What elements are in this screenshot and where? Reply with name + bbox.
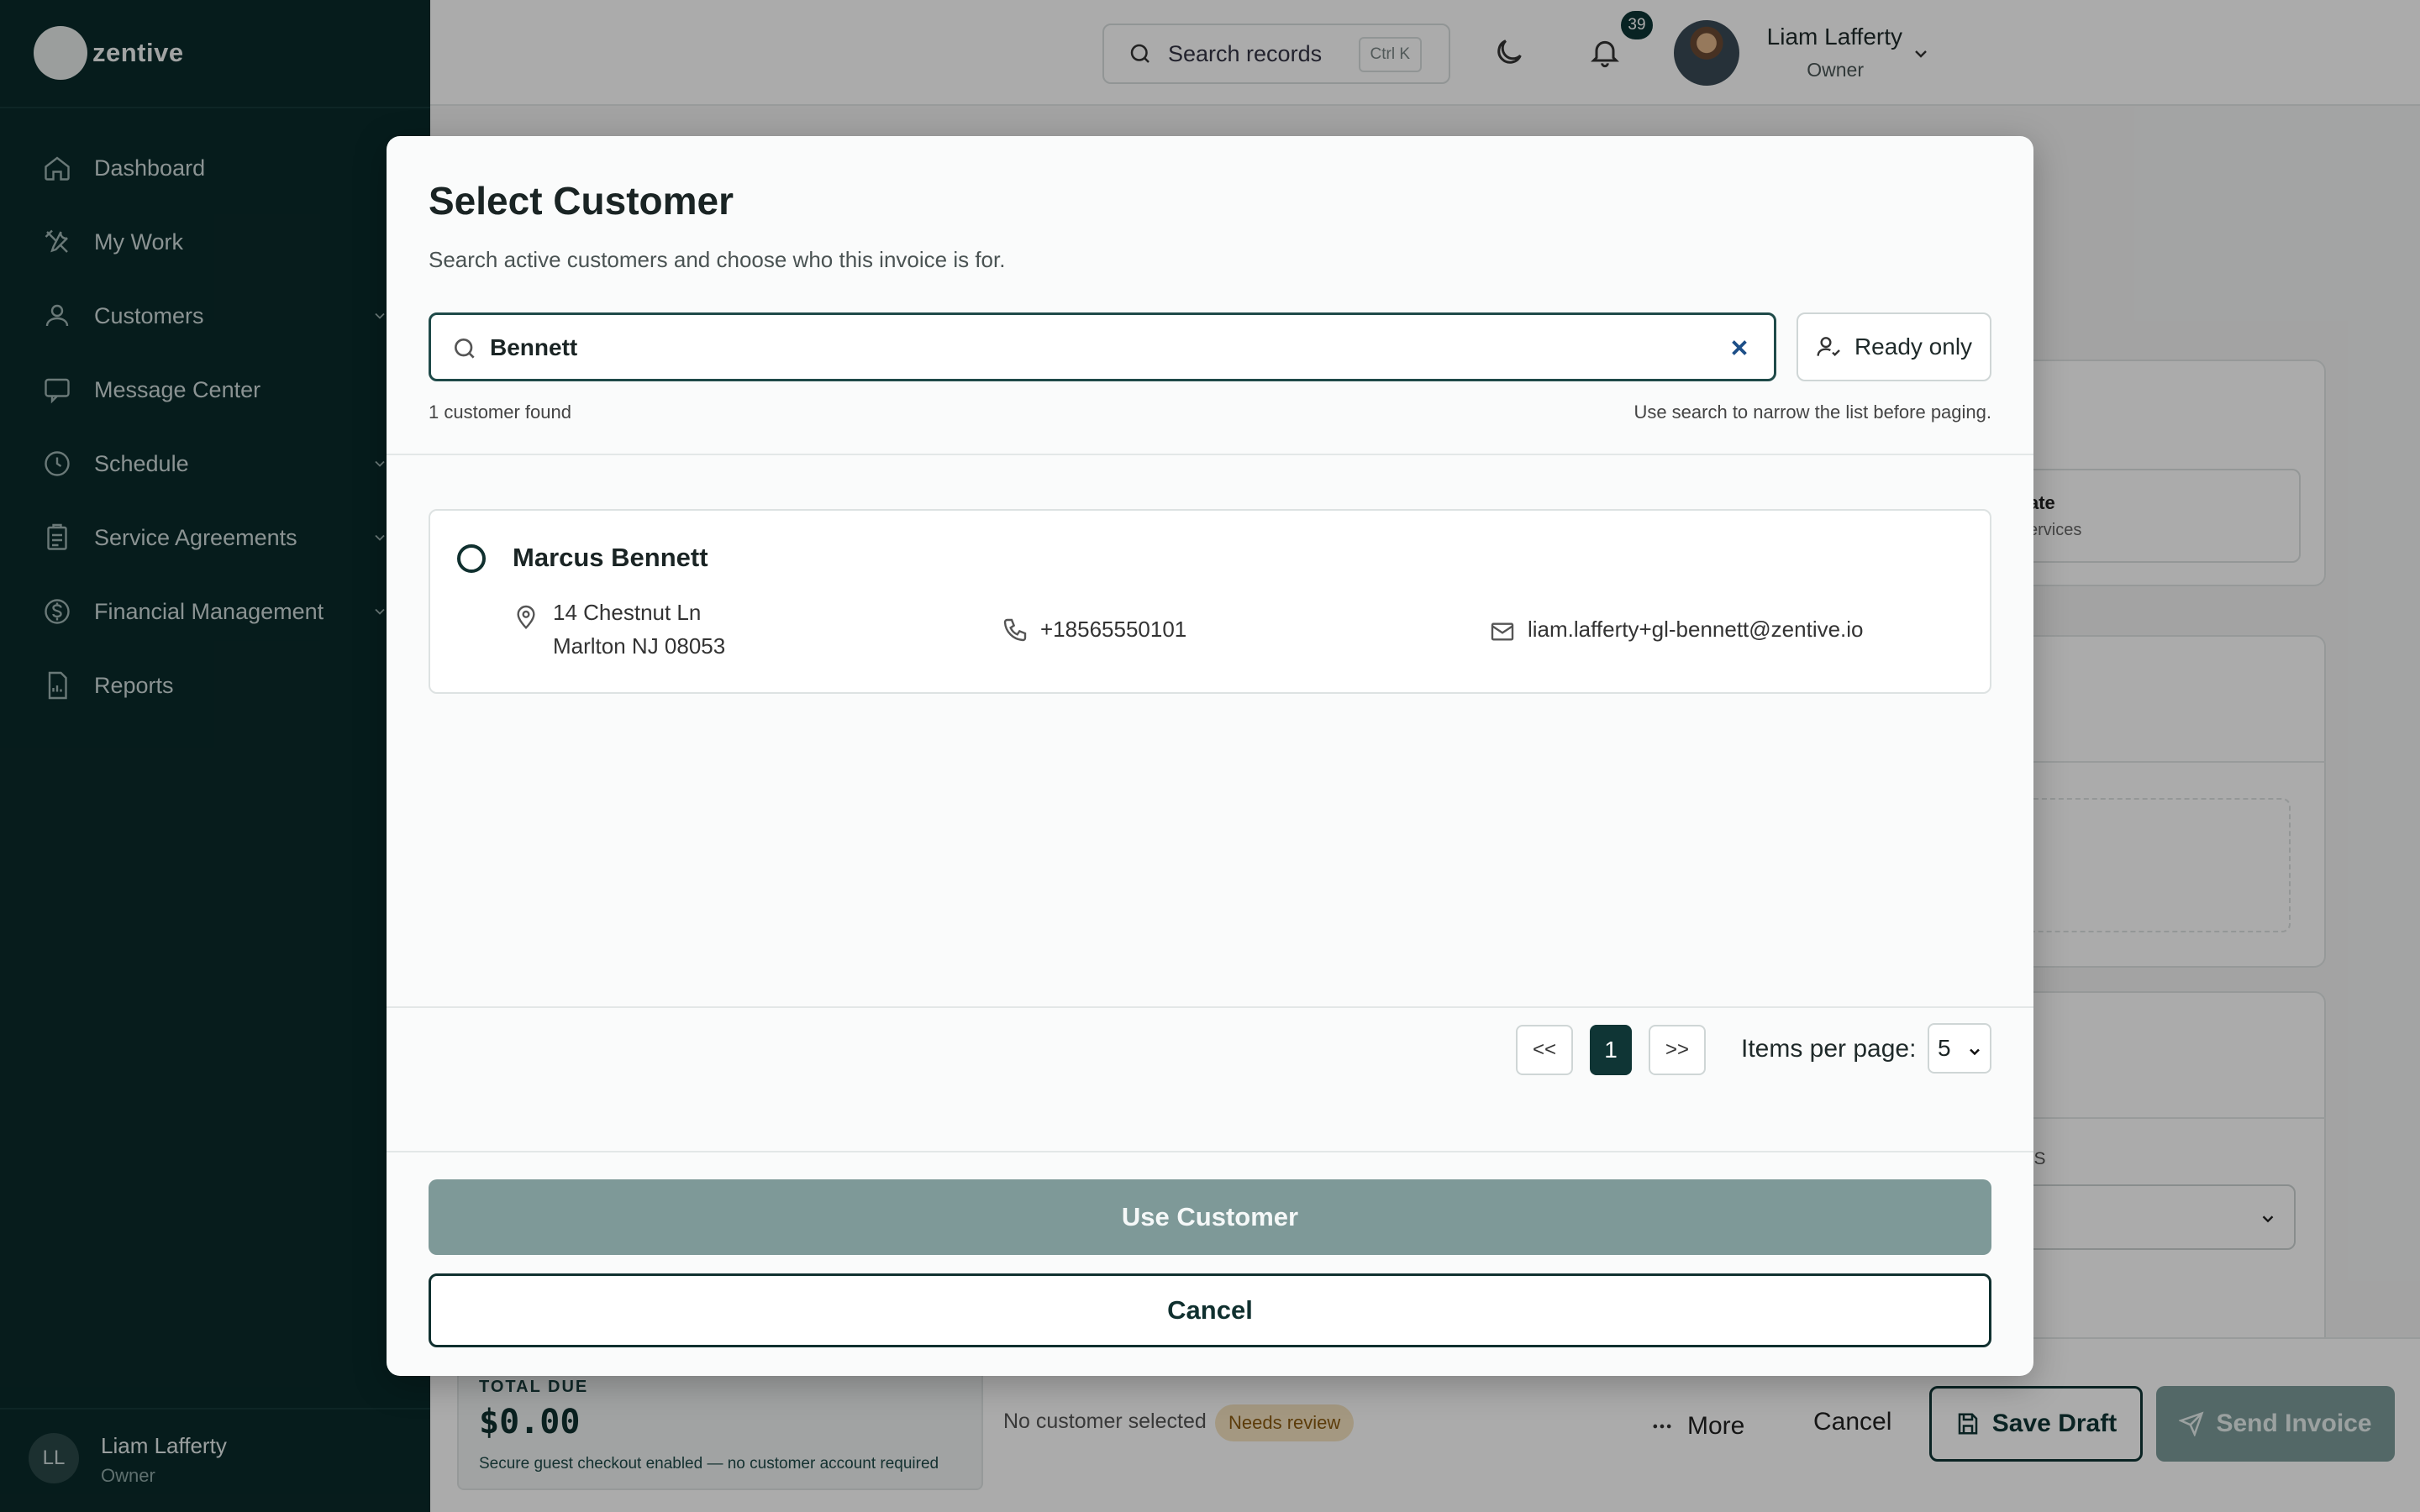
- clear-search-icon[interactable]: [1727, 335, 1752, 360]
- modal-divider: [387, 454, 2033, 455]
- customer-search-field[interactable]: [429, 312, 1776, 381]
- user-check-icon: [1816, 333, 1843, 360]
- customer-option[interactable]: Marcus Bennett 14 Chestnut Ln Marlton NJ…: [429, 509, 1991, 694]
- cancel-button[interactable]: Cancel: [429, 1273, 1991, 1347]
- prev-page-button[interactable]: <<: [1516, 1025, 1573, 1075]
- page-number-current[interactable]: 1: [1590, 1025, 1632, 1075]
- customer-search-input[interactable]: [490, 327, 1700, 369]
- ready-only-label: Ready only: [1854, 333, 1973, 360]
- customer-address-line2: Marlton NJ 08053: [553, 633, 726, 659]
- select-customer-modal: Select Customer Search active customers …: [387, 136, 2033, 1376]
- use-customer-button[interactable]: Use Customer: [429, 1179, 1991, 1255]
- next-page-button[interactable]: >>: [1649, 1025, 1706, 1075]
- customer-address-line1: 14 Chestnut Ln: [553, 600, 702, 625]
- mail-icon: [1489, 618, 1516, 645]
- modal-subtitle: Search active customers and choose who t…: [429, 247, 1006, 272]
- modal-divider: [387, 1006, 2033, 1008]
- customer-radio[interactable]: [457, 544, 486, 573]
- modal-title: Select Customer: [429, 179, 734, 223]
- phone-icon: [1002, 617, 1028, 643]
- pagination: << 1 >>: [1516, 1025, 1706, 1075]
- items-per-page-label: Items per page:: [1741, 1035, 1917, 1063]
- search-hint: Use search to narrow the list before pag…: [1634, 402, 1991, 423]
- location-pin-icon: [513, 603, 539, 630]
- items-per-page-select[interactable]: 5: [1928, 1023, 1991, 1074]
- customer-email: liam.lafferty+gl-bennett@zentive.io: [1528, 617, 1864, 642]
- modal-divider: [387, 1151, 2033, 1152]
- customer-phone: +18565550101: [1040, 617, 1187, 642]
- chevron-down-icon: [1970, 1048, 1980, 1056]
- items-per-page-value: 5: [1938, 1035, 1951, 1061]
- results-count: 1 customer found: [429, 402, 571, 423]
- customer-name: Marcus Bennett: [513, 543, 708, 572]
- search-icon: [451, 335, 478, 362]
- ready-only-toggle[interactable]: Ready only: [1797, 312, 1991, 381]
